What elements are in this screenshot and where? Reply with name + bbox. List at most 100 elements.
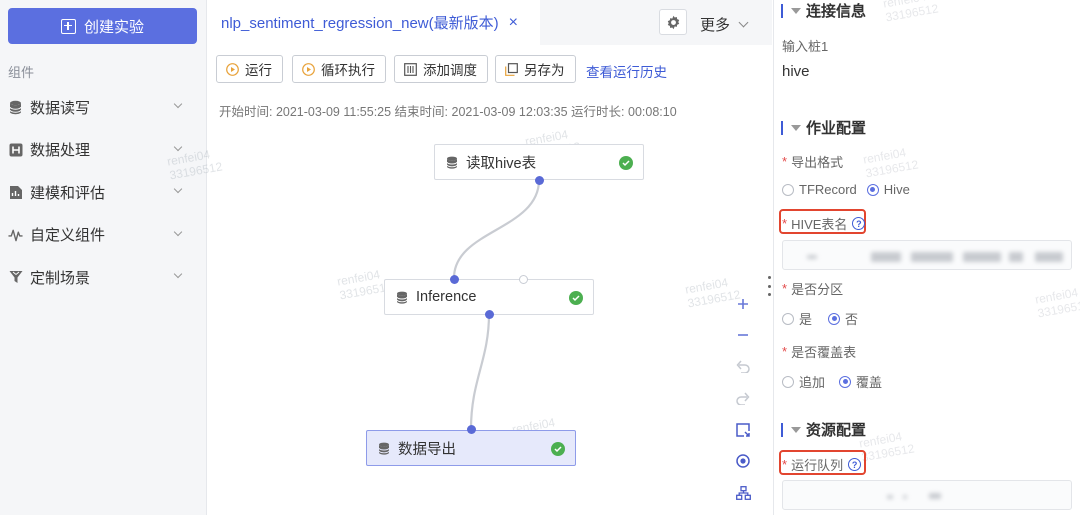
queue-select[interactable] [782,480,1072,510]
input-port-label: 输入桩1 [782,39,829,54]
radio-overwrite[interactable]: 覆盖 [839,372,882,391]
input-port[interactable] [466,424,476,434]
edge-read-to-inference [452,179,541,279]
tab-experiment[interactable]: nlp_sentiment_regression_new(最新版本) × [208,0,540,45]
radio-partition-no[interactable]: 否 [828,309,858,328]
success-check-icon [619,156,633,170]
loop-play-icon [302,62,315,76]
add-schedule-label: 添加调度 [423,63,477,78]
database-icon [8,100,23,115]
section-title: 作业配置 [806,120,867,137]
database-icon [396,291,408,304]
run-info: 开始时间: 2021-03-09 11:55:25 结束时间: 2021-03-… [219,105,677,119]
node-label: 数据导出 [398,441,456,458]
caret-down-icon [791,124,801,131]
chevron-down-icon [173,227,183,236]
pipeline-canvas[interactable]: renfei04 33196512 renfei04 33196512 renfei… [166,120,772,515]
sidebar-item-data-io[interactable]: 数据读写 [0,86,207,129]
overwrite-text: 是否覆盖表 [791,345,857,360]
create-experiment-button[interactable]: 创建实验 [8,8,197,44]
chevron-down-icon [173,269,183,279]
section-marker [781,120,783,135]
radio-hive[interactable]: Hive [866,182,910,197]
queue-label: * 运行队列 ? [782,455,862,474]
section-resource-config[interactable]: 资源配置 [781,419,866,440]
node-read-hive[interactable]: 读取hive表 [434,144,644,180]
section-connection-info[interactable]: 连接信息 [781,0,866,21]
save-as-label: 另存为 [524,63,565,78]
caret-down-icon [791,7,801,14]
overwrite-label: * 是否覆盖表 [782,342,856,361]
database-icon [378,442,390,455]
more-menu[interactable]: 更多 [700,14,749,35]
add-schedule-button[interactable]: 添加调度 [394,55,488,83]
component-sidebar: 创建实验 组件 数据读写 数据处理 建模和评估 自定义组件 定制场景 [0,0,207,515]
radio-label: 追加 [799,375,826,390]
watermark: renfei0433196512 [857,429,916,465]
auto-layout-button[interactable] [730,477,756,509]
output-port[interactable] [534,175,544,185]
run-button[interactable]: 运行 [216,55,283,83]
more-label: 更多 [700,17,731,34]
watermark: renfei0433196512 [861,145,920,181]
fit-view-button[interactable] [730,414,756,446]
experiment-toolbar: 运行 循环执行 添加调度 另存为 查看运行历史 [208,45,772,91]
loop-run-button[interactable]: 循环执行 [292,55,386,83]
chevron-down-icon [173,142,183,151]
sidebar-item-modeling[interactable]: 建模和评估 [0,171,207,214]
tab-bar: nlp_sentiment_regression_new(最新版本) × 更多 [208,0,772,45]
redo-button[interactable] [730,383,756,415]
locate-button[interactable] [730,446,756,478]
radio-circle [782,375,794,388]
sidebar-item-data-processing[interactable]: 数据处理 [0,129,207,172]
sidebar-item-label: 自定义组件 [30,227,106,245]
queue-text: 运行队列 [791,458,844,473]
radio-label: Hive [883,182,910,197]
minus-icon [738,334,748,337]
partition-text: 是否分区 [791,282,844,297]
input-port-empty[interactable] [519,274,528,284]
section-marker [781,422,783,437]
zoom-in-button[interactable] [730,288,756,320]
filter-icon [8,270,23,285]
redo-icon [736,392,750,405]
help-icon[interactable]: ? [848,458,862,471]
caret-down-icon [791,426,801,433]
panel-resize-handle[interactable] [766,276,772,296]
export-format-label: * 导出格式 [782,152,843,171]
data-processing-icon [8,142,23,157]
config-panel: renfei0433196512 renfei0433196512 renfei… [767,0,1080,515]
node-label: 读取hive表 [466,155,537,172]
required-mark: * [782,154,788,169]
zoom-out-button[interactable] [730,320,756,352]
required-mark: * [782,344,788,359]
input-port[interactable] [449,274,459,284]
section-job-config[interactable]: 作业配置 [781,117,866,138]
target-icon [736,454,750,468]
settings-button[interactable] [659,9,687,35]
sidebar-item-custom-scenarios[interactable]: 定制场景 [0,256,207,299]
radio-tfrecord[interactable]: TFRecord [782,182,857,197]
help-icon[interactable]: ? [852,217,866,230]
hierarchy-icon [735,485,751,500]
required-mark: * [782,281,788,296]
export-format-radio-group: TFRecord Hive [782,182,920,197]
section-title: 资源配置 [806,422,867,439]
hive-table-input[interactable] [782,240,1072,270]
experiment-editor: nlp_sentiment_regression_new(最新版本) × 更多 … [166,0,772,515]
input-port-value: hive [782,63,810,80]
radio-partition-yes[interactable]: 是 [782,309,812,328]
close-icon[interactable]: × [509,14,518,32]
radio-circle [782,183,794,196]
output-port[interactable] [484,309,494,319]
sidebar-item-custom-components[interactable]: 自定义组件 [0,214,207,257]
sidebar-item-label: 定制场景 [30,269,91,287]
undo-button[interactable] [730,351,756,383]
tab-title: nlp_sentiment_regression_new(最新版本) [221,15,499,32]
run-history-link[interactable]: 查看运行历史 [586,61,667,81]
component-nav: 数据读写 数据处理 建模和评估 自定义组件 定制场景 [0,86,207,299]
save-as-button[interactable]: 另存为 [495,55,576,83]
radio-append[interactable]: 追加 [782,372,825,391]
node-data-export[interactable]: 数据导出 [366,430,576,466]
chevron-down-icon [738,17,749,28]
